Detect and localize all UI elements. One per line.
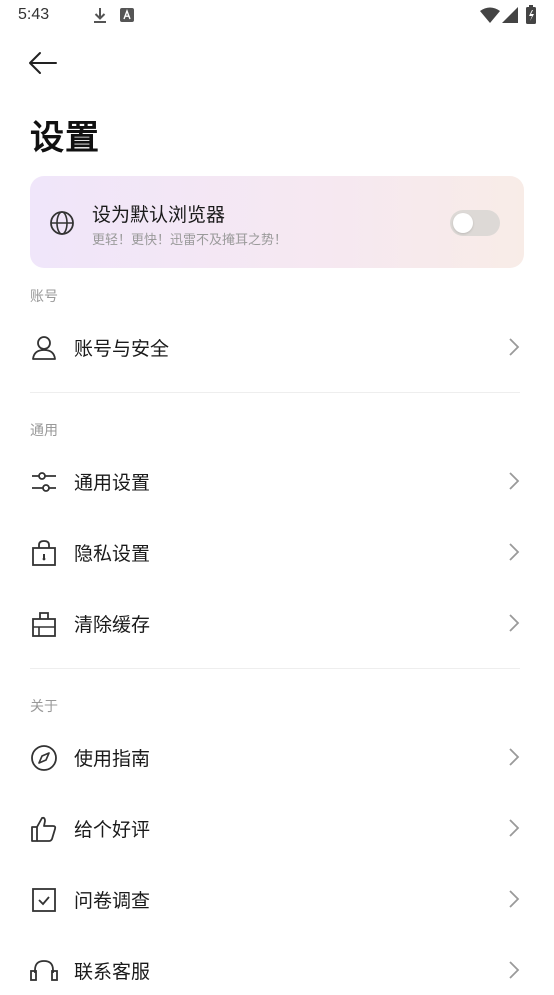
battery-icon xyxy=(526,5,536,28)
broom-box-icon xyxy=(30,610,58,638)
section-header-general: 通用 xyxy=(30,423,58,439)
row-general-settings[interactable]: 通用设置 xyxy=(30,456,524,506)
page-title: 设置 xyxy=(30,118,100,158)
chevron-right-icon xyxy=(508,472,520,494)
section-header-about: 关于 xyxy=(30,699,58,715)
download-icon xyxy=(92,6,108,28)
chevron-right-icon xyxy=(508,961,520,983)
default-browser-toggle[interactable] xyxy=(450,210,500,236)
row-account-security[interactable]: 账号与安全 xyxy=(30,322,524,372)
row-label: 问卷调查 xyxy=(74,890,151,912)
row-label: 账号与安全 xyxy=(74,338,170,360)
row-label: 隐私设置 xyxy=(74,543,151,565)
section-header-account: 账号 xyxy=(30,289,58,305)
chevron-right-icon xyxy=(508,890,520,912)
default-browser-title: 设为默认浏览器 xyxy=(92,204,226,226)
status-time: 5:43 xyxy=(18,6,50,23)
row-label: 通用设置 xyxy=(74,472,151,494)
a-notification-icon xyxy=(120,7,134,26)
chevron-right-icon xyxy=(508,748,520,770)
chevron-right-icon xyxy=(508,543,520,565)
compass-icon xyxy=(30,744,58,772)
toggle-knob xyxy=(453,213,473,233)
row-label: 联系客服 xyxy=(74,961,151,983)
headset-icon xyxy=(30,957,58,985)
lock-bag-icon xyxy=(30,539,58,567)
row-customer-service[interactable]: 联系客服 xyxy=(30,945,524,995)
sliders-icon xyxy=(30,468,58,496)
checkbox-icon xyxy=(30,886,58,914)
row-survey[interactable]: 问卷调查 xyxy=(30,874,524,924)
arrow-left-icon xyxy=(29,52,57,74)
wifi-icon xyxy=(480,7,500,27)
chevron-right-icon xyxy=(508,614,520,636)
user-icon xyxy=(30,334,58,362)
row-privacy-settings[interactable]: 隐私设置 xyxy=(30,527,524,577)
chevron-right-icon xyxy=(508,338,520,360)
row-label: 清除缓存 xyxy=(74,614,151,636)
row-rate-us[interactable]: 给个好评 xyxy=(30,803,524,853)
row-label: 给个好评 xyxy=(74,819,151,841)
globe-icon xyxy=(48,209,76,241)
default-browser-card[interactable]: 设为默认浏览器 更轻！更快！迅雷不及掩耳之势！ xyxy=(30,176,524,268)
divider xyxy=(30,392,520,393)
default-browser-subtitle: 更轻！更快！迅雷不及掩耳之势！ xyxy=(92,233,288,248)
divider xyxy=(30,668,520,669)
row-user-guide[interactable]: 使用指南 xyxy=(30,732,524,782)
status-bar: 5:43 xyxy=(0,0,554,30)
back-button[interactable] xyxy=(24,46,64,82)
signal-icon xyxy=(502,7,518,27)
thumbs-up-icon xyxy=(30,815,58,843)
row-clear-cache[interactable]: 清除缓存 xyxy=(30,598,524,648)
chevron-right-icon xyxy=(508,819,520,841)
row-label: 使用指南 xyxy=(74,748,151,770)
